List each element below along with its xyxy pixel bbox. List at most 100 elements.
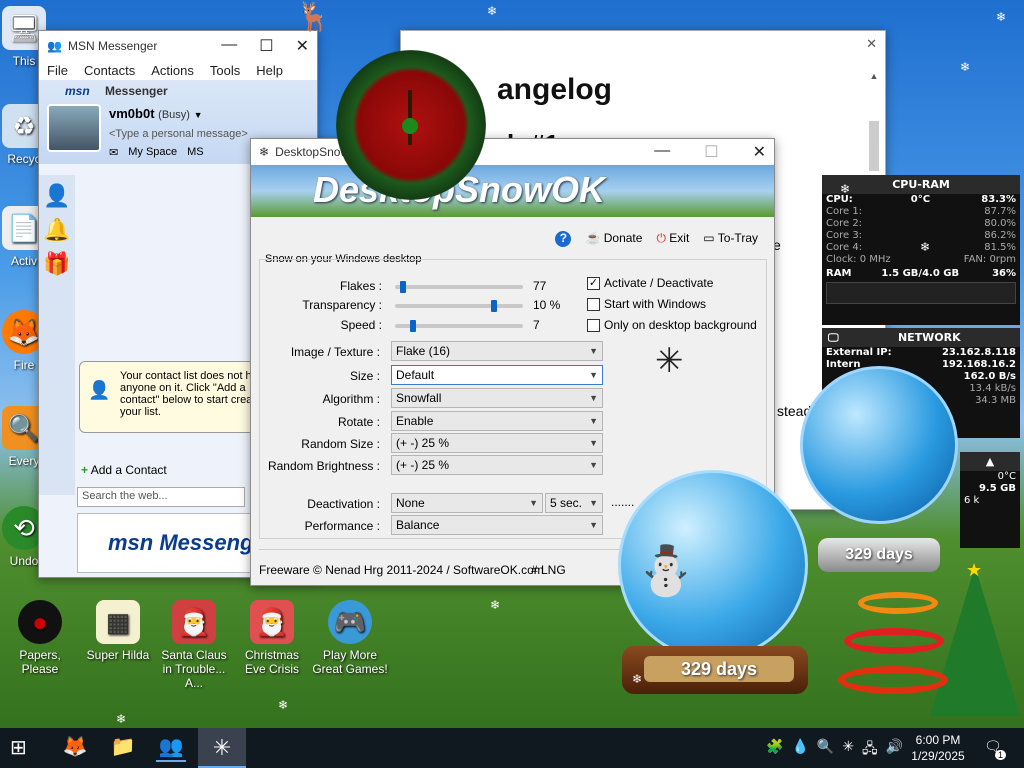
plus-icon: + — [81, 463, 89, 477]
clock-row: Clock: 0 MHz FAN: 0rpm — [826, 254, 1016, 265]
start-with-windows-checkbox[interactable]: Start with Windows — [587, 297, 706, 311]
tray-app-icon[interactable]: 🧩 — [766, 738, 783, 762]
minimize-icon[interactable]: — — [221, 36, 237, 56]
desktop-icon-super-hilda[interactable]: ▦ Super Hilda — [80, 600, 156, 662]
core-row: Core 2: 80.0% — [826, 218, 1016, 229]
checkbox[interactable]: ✓ — [587, 276, 600, 290]
window-title: MSN Messenger — [67, 39, 158, 53]
ram-row: RAM 1.5 GB/4.0 GB 36% — [826, 268, 1016, 279]
username[interactable]: vm0b0t (Busy) ▼ — [109, 106, 202, 121]
ram-graph — [826, 282, 1016, 304]
coffee-icon: ☕ — [585, 231, 601, 245]
maximize-icon[interactable]: ☐ — [704, 142, 718, 162]
menu-tools[interactable]: Tools — [210, 63, 240, 78]
santa-face-icon: 🎅 — [250, 600, 294, 644]
close-icon[interactable]: ✕ — [753, 142, 766, 162]
desktop-icon-label: Papers, Please — [19, 648, 61, 676]
random-size-select[interactable]: (+ -) 25 % ▼ — [391, 433, 603, 453]
speed-label: Speed : — [340, 318, 382, 332]
only-desktop-checkbox[interactable]: Only on desktop background — [587, 318, 757, 332]
tray-snowflake-icon[interactable]: ✳ — [842, 738, 854, 762]
tray-icon: ▭ — [703, 231, 715, 245]
add-contact-button[interactable]: + Add a Contact — [81, 463, 167, 477]
algorithm-label: Algorithm : — [322, 392, 380, 406]
checkbox[interactable] — [587, 297, 600, 311]
menu-contacts[interactable]: Contacts — [84, 63, 135, 78]
size-select[interactable]: Default ▼ — [391, 365, 603, 385]
performance-select[interactable]: Balance ▼ — [391, 515, 603, 535]
clock[interactable]: 6:00 PM 1/29/2025 — [906, 732, 970, 764]
chevron-down-icon: ▼ — [193, 110, 203, 120]
taskbar-desktopsnowok[interactable]: ✳ — [198, 728, 246, 768]
chevron-down-icon: ▼ — [589, 438, 598, 448]
snowflake-icon: ❄ — [490, 598, 501, 612]
notification-center[interactable]: 🗨 1 — [984, 738, 1006, 760]
maximize-icon[interactable]: ☐ — [259, 36, 273, 56]
menu-file[interactable]: File — [47, 63, 68, 78]
chevron-up-icon: ▲ — [960, 452, 1020, 471]
footer-copyright[interactable]: Freeware © Nenad Hrg 2011-2024 / Softwar… — [259, 563, 544, 577]
desktop-icon-christmas-eve[interactable]: 🎅 Christmas Eve Crisis — [234, 600, 310, 676]
rotate-select[interactable]: Enable ▼ — [391, 411, 603, 431]
to-tray-button[interactable]: ▭ To-Tray — [703, 231, 758, 247]
desktop-icon-santa-trouble[interactable]: 🎅 Santa Claus in Trouble... A... — [156, 600, 232, 690]
chevron-down-icon: ▼ — [589, 393, 598, 403]
avatar[interactable] — [47, 104, 101, 152]
santa-icon: 🎅 — [172, 600, 216, 644]
random-brightness-select[interactable]: (+ -) 25 % ▼ — [391, 455, 603, 475]
rotate-label: Rotate : — [337, 415, 380, 429]
contacts-tab-icon[interactable]: 👤 — [43, 183, 71, 209]
slider-thumb[interactable] — [410, 320, 416, 332]
snowflake-icon: ❄ — [278, 698, 289, 712]
algorithm-select[interactable]: Snowfall ▼ — [391, 388, 603, 408]
network-icon[interactable]: 🖧 — [862, 738, 878, 762]
mail-icon[interactable]: ✉ — [109, 146, 118, 159]
tray-search-icon[interactable]: 🔍 — [817, 738, 834, 762]
tray-icons: 🧩 💧 🔍 ✳ 🖧 🔊 — [766, 738, 903, 762]
slider-thumb[interactable] — [400, 281, 406, 293]
chevron-down-icon: ▼ — [589, 416, 598, 426]
fun-tab-icon[interactable]: 🎁 — [43, 251, 71, 277]
exit-icon: ⏻ — [656, 231, 666, 245]
snowflake-icon: ❄ — [960, 60, 971, 74]
menu-help[interactable]: Help — [256, 63, 283, 78]
start-button[interactable]: ⊞ — [10, 736, 34, 760]
flakes-value: 77 — [533, 279, 547, 293]
reindeer-sleigh: 🦌 — [296, 1, 331, 32]
checkbox[interactable] — [587, 318, 600, 332]
snowflake-icon: ❄ — [840, 182, 851, 196]
deactivation-seconds-select[interactable]: 5 sec. ▼ — [545, 493, 603, 513]
close-icon[interactable]: ✕ — [866, 36, 877, 52]
chevron-down-icon: ▼ — [529, 498, 538, 508]
desktop-icon-play-more[interactable]: 🎮 Play More Great Games! — [312, 600, 388, 676]
slider-thumb[interactable] — [491, 300, 497, 312]
transparency-slider[interactable] — [395, 300, 523, 312]
deactivation-select[interactable]: None ▼ — [391, 493, 543, 513]
speed-value: 7 — [533, 318, 540, 332]
help-icon[interactable]: ? — [555, 231, 572, 247]
menu-actions[interactable]: Actions — [151, 63, 194, 78]
search-input[interactable]: Search the web... — [77, 487, 245, 507]
donate-button[interactable]: ☕ Donate — [585, 231, 642, 247]
image-texture-select[interactable]: Flake (16) ▼ — [391, 341, 603, 361]
folder-icon: 📁 — [110, 736, 136, 758]
personal-message-input[interactable]: <Type a personal message> — [109, 128, 248, 140]
msn-toolbar: ✉ My Space MS — [109, 146, 204, 159]
taskbar-explorer[interactable]: 📁 — [108, 734, 138, 762]
taskbar-firefox[interactable]: 🦊 — [60, 734, 90, 762]
taskbar-msn[interactable]: 👥 — [156, 734, 186, 762]
super-hilda-icon: ▦ — [96, 600, 140, 644]
speed-slider[interactable] — [395, 320, 523, 332]
my-space-link[interactable]: My Space — [128, 146, 177, 159]
exit-button[interactable]: ⏻ Exit — [656, 231, 689, 247]
ms-link[interactable]: MS — [187, 146, 204, 159]
disk-widget[interactable]: ▲ 0°C 9.5 GB 6 k — [960, 452, 1020, 548]
tray-drop-icon[interactable]: 💧 — [791, 738, 808, 762]
minimize-icon[interactable]: — — [654, 142, 670, 162]
desktop-icon-papers-please[interactable]: ● Papers, Please — [2, 600, 78, 676]
alerts-tab-icon[interactable]: 🔔 — [43, 217, 71, 243]
activate-checkbox[interactable]: ✓ Activate / Deactivate — [587, 276, 713, 290]
volume-icon[interactable]: 🔊 — [886, 738, 903, 762]
language-link[interactable]: # LNG — [531, 563, 566, 577]
flakes-slider[interactable] — [395, 281, 523, 293]
